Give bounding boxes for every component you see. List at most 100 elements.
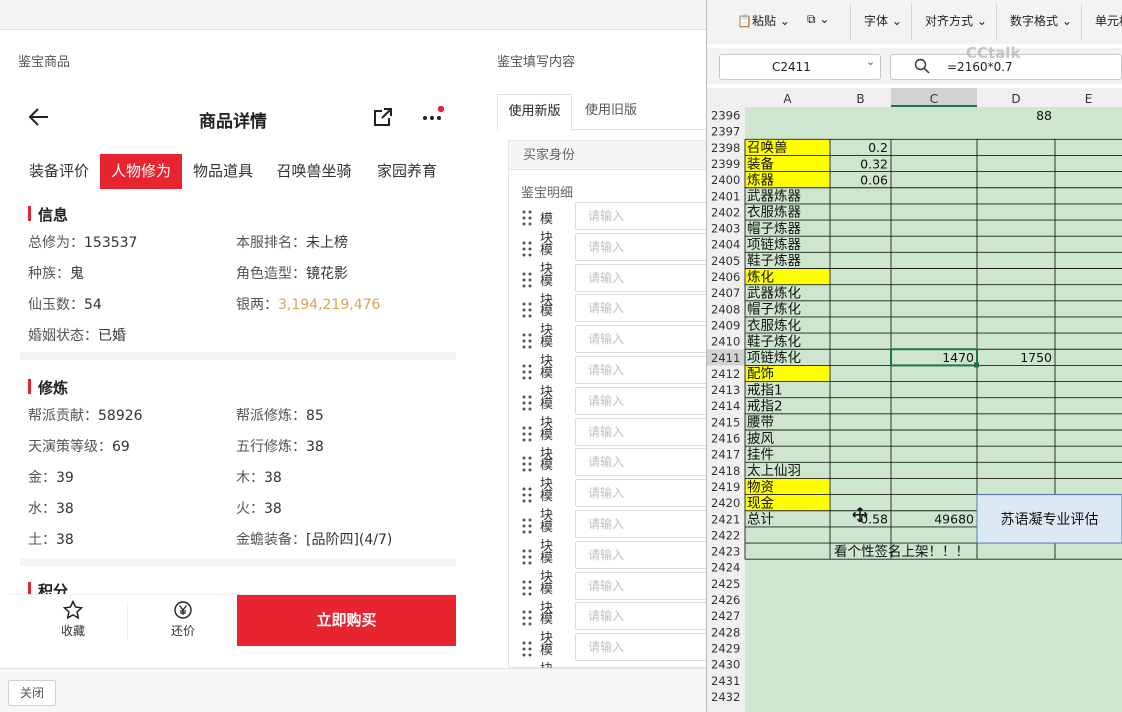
drag-handle-icon[interactable] [522, 364, 532, 380]
bargain-label: 还价 [170, 624, 195, 638]
field-key: 火： [236, 501, 264, 517]
drag-handle-icon[interactable] [522, 549, 532, 565]
favorite-button[interactable]: 收藏 [18, 596, 128, 639]
close-button[interactable]: 关闭 [8, 680, 56, 706]
row-number: 2427 [711, 609, 740, 623]
star-icon [63, 600, 83, 620]
column-header-underline [891, 105, 977, 107]
cell-a: 鞋子炼化 [747, 334, 801, 350]
tab-home[interactable]: 家园养育 [364, 154, 450, 189]
tab-character[interactable]: 人物修为 [100, 154, 182, 189]
spreadsheet-grid[interactable]: A B C D E 2396 2397 2398 2399 2400 2401 2402 2403 240… [707, 88, 1122, 712]
alignment-group-button[interactable]: 对齐方式 ⌄ [925, 12, 987, 29]
field-row: 金：39 [28, 467, 74, 487]
module-input[interactable]: 请输入 [575, 417, 715, 446]
module-input[interactable]: 请输入 [575, 232, 715, 261]
cell-a: 总计 [747, 512, 774, 528]
drag-handle-icon[interactable] [522, 610, 532, 626]
divider [20, 558, 456, 566]
tab-new-version[interactable]: 使用新版 [497, 94, 572, 130]
field-key: 金蟾装备： [236, 532, 306, 548]
module-input[interactable]: 请输入 [575, 202, 715, 230]
cell-a: 帽子炼器 [747, 221, 801, 237]
cell-a: 腰带 [747, 415, 774, 431]
field-key: 帮派修炼： [236, 408, 306, 424]
row-number: 2416 [711, 432, 740, 446]
module-input[interactable]: 请输入 [575, 479, 715, 508]
module-input[interactable]: 请输入 [575, 602, 715, 631]
copy-icon: ⧉ [807, 12, 816, 26]
paste-button[interactable]: 📋粘贴 ⌄ [737, 12, 790, 29]
excel-ribbon: 📋粘贴 ⌄ ⧉ ⌄ 字体 ⌄ 对齐方式 ⌄ 数字格式 ⌄ 单元格 [707, 0, 1122, 44]
drag-handle-icon[interactable] [522, 241, 532, 257]
module-input[interactable]: 请输入 [575, 325, 715, 354]
buyer-identity-header: 买家身份 [508, 140, 706, 170]
module-input[interactable]: 请输入 [575, 386, 715, 415]
field-row: 帮派修炼：85 [236, 405, 324, 425]
cell-a: 衣服炼器 [747, 205, 801, 221]
cell-b: 0.06 [860, 172, 888, 187]
font-group-button[interactable]: 字体 ⌄ [864, 12, 902, 29]
module-input[interactable]: 请输入 [575, 263, 715, 292]
row-number: 2417 [711, 448, 740, 462]
field-key: 帮派贡献： [28, 408, 98, 424]
tab-old-version[interactable]: 使用旧版 [573, 94, 649, 130]
drag-handle-icon[interactable] [522, 426, 532, 442]
column-header: B [856, 92, 864, 106]
tab-equipment[interactable]: 装备评价 [18, 154, 100, 189]
search-icon[interactable] [914, 58, 930, 74]
drag-handle-icon[interactable] [522, 456, 532, 472]
fill-handle[interactable] [974, 362, 979, 368]
tab-summons[interactable]: 召唤兽坐骑 [266, 154, 362, 189]
module-input[interactable]: 请输入 [575, 510, 715, 538]
drag-handle-icon[interactable] [522, 302, 532, 318]
field-value: 38 [306, 439, 324, 455]
row-number: 2421 [711, 512, 740, 526]
name-box[interactable]: C2411 [719, 54, 881, 80]
drag-handle-icon[interactable] [522, 333, 532, 349]
chevron-down-icon[interactable]: ⌄ [866, 55, 875, 68]
module-input[interactable]: 请输入 [575, 448, 715, 477]
field-row: 天演策等级：69 [28, 436, 130, 456]
field-key: 角色造型： [236, 266, 306, 282]
drag-handle-icon[interactable] [522, 641, 532, 657]
row-number: 2405 [711, 254, 740, 268]
row-number: 2397 [711, 125, 740, 139]
module-input[interactable]: 请输入 [575, 571, 715, 600]
row-number: 2412 [711, 367, 740, 381]
row-number: 2430 [711, 658, 740, 672]
buy-now-button[interactable]: 立即购买 [237, 595, 456, 646]
drag-handle-icon[interactable] [522, 487, 532, 503]
row-number: 2413 [711, 383, 740, 397]
paste-icon: 📋 [737, 14, 752, 28]
drag-handle-icon[interactable] [522, 580, 532, 596]
window-top-strip [0, 0, 706, 30]
form-version-tabs: 使用新版 使用旧版 [497, 94, 706, 130]
row-number: 2415 [711, 415, 740, 429]
drag-handle-icon[interactable] [522, 210, 532, 226]
format-painter-button[interactable]: ⧉ ⌄ [807, 12, 829, 27]
bargain-button[interactable]: 还价 [128, 596, 238, 639]
module-input[interactable]: 请输入 [575, 633, 715, 662]
cell-b: 看个性签名上架！！！ [834, 543, 969, 560]
section-train-title: 修炼 [28, 377, 68, 398]
drag-handle-icon[interactable] [522, 395, 532, 411]
field-row: 种族：鬼 [28, 263, 84, 283]
drag-handle-icon[interactable] [522, 272, 532, 288]
field-key: 水： [28, 501, 56, 517]
cell-c: 49680 [934, 512, 974, 527]
module-input[interactable]: 请输入 [575, 294, 715, 323]
share-icon[interactable] [372, 106, 394, 128]
cell-group-button[interactable]: 单元格 [1095, 12, 1122, 29]
favorite-label: 收藏 [60, 624, 85, 638]
drag-handle-icon[interactable] [522, 518, 532, 534]
tab-items[interactable]: 物品道具 [182, 154, 264, 189]
cell-d: 88 [1036, 108, 1052, 123]
module-input[interactable]: 请输入 [575, 540, 715, 569]
field-key: 银两： [236, 297, 278, 313]
row-number: 2425 [711, 577, 740, 591]
number-format-group-button[interactable]: 数字格式 ⌄ [1010, 12, 1072, 29]
module-input[interactable]: 请输入 [575, 356, 715, 384]
cell-a: 太上仙羽 [747, 463, 801, 479]
more-icon[interactable] [420, 105, 445, 128]
